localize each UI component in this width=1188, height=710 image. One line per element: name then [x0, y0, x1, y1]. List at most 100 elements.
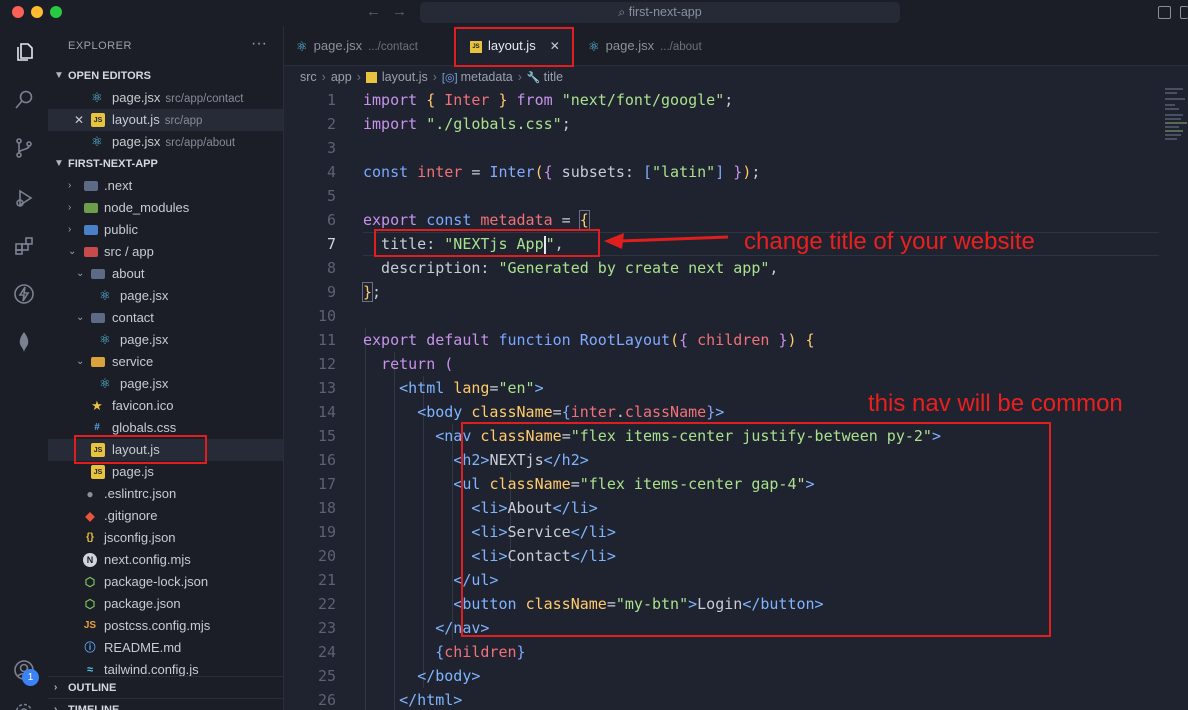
- open-editor-item[interactable]: ✕ JS layout.js src/app: [48, 109, 283, 131]
- tree-item-postcss[interactable]: JS postcss.config.mjs: [48, 615, 283, 637]
- back-arrow-icon[interactable]: ←: [366, 3, 381, 20]
- tree-item-eslintrc[interactable]: ● .eslintrc.json: [48, 483, 283, 505]
- toggle-sidebar-icon[interactable]: [1158, 6, 1171, 19]
- source-control-icon[interactable]: [0, 128, 48, 168]
- account-icon[interactable]: [0, 650, 48, 690]
- chevron-down-icon: ▼: [54, 158, 64, 169]
- explorer-sidebar: EXPLORER ··· ▼ OPEN EDITORS ⚛ page.jsx sr…: [48, 26, 284, 710]
- react-icon: ⚛: [296, 38, 308, 54]
- line-number: 25: [317, 667, 336, 685]
- tree-item-page[interactable]: ⚛ page.jsx: [48, 329, 283, 351]
- folder-icon: [84, 181, 98, 191]
- close-window-button[interactable]: [12, 6, 24, 18]
- npm-icon: ⬡: [84, 597, 96, 611]
- tab-page-about[interactable]: ⚛ page.jsx .../about: [588, 26, 748, 66]
- forward-arrow-icon[interactable]: →: [392, 3, 407, 20]
- folder-icon: [91, 313, 105, 323]
- minimize-window-button[interactable]: [31, 6, 43, 18]
- npm-icon: ⬡: [84, 575, 96, 589]
- breadcrumb-item[interactable]: src: [300, 70, 317, 84]
- nextjs-icon: N: [83, 553, 97, 567]
- chevron-down-icon: ▼: [54, 70, 64, 81]
- tree-item-package-json[interactable]: ⬡ package.json: [48, 593, 283, 615]
- css-file-icon: #: [94, 422, 100, 433]
- timeline-section[interactable]: › TIMELINE: [48, 698, 283, 710]
- breadcrumb-item[interactable]: title: [544, 70, 563, 84]
- chevron-right-icon: ›: [517, 70, 522, 84]
- tab-page-contact[interactable]: ⚛ page.jsx .../contact: [296, 26, 456, 66]
- line-number: 7: [326, 235, 336, 253]
- explorer-title: EXPLORER: [68, 40, 132, 52]
- tree-item-gitignore[interactable]: ◆ .gitignore: [48, 505, 283, 527]
- tree-item-package-lock[interactable]: ⬡ package-lock.json: [48, 571, 283, 593]
- mongodb-icon[interactable]: [0, 322, 48, 362]
- annotation-nav-note: this nav will be common: [868, 390, 1123, 417]
- postcss-icon: JS: [83, 620, 97, 631]
- maximize-window-button[interactable]: [50, 6, 62, 18]
- chevron-right-icon: ›: [321, 70, 326, 84]
- toggle-panel-icon[interactable]: [1180, 6, 1188, 19]
- tree-item-favicon[interactable]: ★ favicon.ico: [48, 395, 283, 417]
- red-arrow-icon: [604, 233, 729, 249]
- project-section[interactable]: ▼ FIRST-NEXT-APP: [48, 153, 283, 175]
- tree-item-page[interactable]: ⚛ page.jsx: [48, 285, 283, 307]
- chevron-right-icon: ›: [54, 682, 58, 693]
- code-line: </body>: [417, 667, 481, 685]
- line-number: 23: [317, 619, 336, 637]
- open-editor-item[interactable]: ⚛ page.jsx src/app/contact: [48, 87, 283, 109]
- command-center-search[interactable]: ⌕ first-next-app: [420, 2, 900, 23]
- highlight-box-nav: [461, 422, 1051, 637]
- breadcrumb: src › app › layout.js › [◎] metadata › 🔧 title: [300, 66, 563, 88]
- line-number: 21: [317, 571, 336, 589]
- tree-item-next[interactable]: › .next: [48, 175, 283, 197]
- tree-item-node-modules[interactable]: › node_modules: [48, 197, 283, 219]
- close-icon[interactable]: ✕: [72, 113, 86, 127]
- highlight-box-layout-file: [74, 435, 207, 464]
- line-number: 6: [326, 211, 336, 229]
- code-line: };: [361, 282, 382, 302]
- tree-item-page-js[interactable]: JS page.js: [48, 461, 283, 483]
- tree-item-next-config[interactable]: N next.config.mjs: [48, 549, 283, 571]
- tree-item-contact[interactable]: ⌄ contact: [48, 307, 283, 329]
- open-editors-section[interactable]: ▼ OPEN EDITORS: [48, 65, 283, 87]
- line-number: 19: [317, 523, 336, 541]
- line-number: 15: [317, 427, 336, 445]
- extensions-icon[interactable]: [0, 226, 48, 266]
- line-number: 11: [317, 331, 336, 349]
- run-debug-icon[interactable]: [0, 178, 48, 218]
- editor-tabs: ⚛ page.jsx .../contact JS layout.js ✕ ⚛ page.…: [284, 26, 1188, 66]
- chevron-down-icon: ⌄: [68, 246, 77, 257]
- line-number: 14: [317, 403, 336, 421]
- tree-item-jsconfig[interactable]: {} jsconfig.json: [48, 527, 283, 549]
- breadcrumb-item[interactable]: layout.js: [382, 70, 428, 84]
- line-number: 20: [317, 547, 336, 565]
- line-number: 10: [317, 307, 336, 325]
- tree-item-src-app[interactable]: ⌄ src / app: [48, 241, 283, 263]
- tree-item-service[interactable]: ⌄ service: [48, 351, 283, 373]
- wrench-icon: 🔧: [526, 72, 541, 84]
- explorer-icon[interactable]: [0, 32, 48, 72]
- open-editor-item[interactable]: ⚛ page.jsx src/app/about: [48, 131, 283, 153]
- thunder-icon[interactable]: [0, 274, 48, 314]
- tree-item-page[interactable]: ⚛ page.jsx: [48, 373, 283, 395]
- tree-item-about[interactable]: ⌄ about: [48, 263, 283, 285]
- settings-icon[interactable]: [0, 692, 48, 710]
- code-line: const inter = Inter({ subsets: ["latin"]…: [363, 163, 761, 181]
- line-number: 26: [317, 691, 336, 709]
- code-line: {children}: [435, 643, 526, 661]
- highlight-box-tab: [454, 27, 574, 67]
- code-line: import "./globals.css";: [363, 115, 571, 133]
- breadcrumb-item[interactable]: metadata: [461, 70, 513, 84]
- outline-section[interactable]: › OUTLINE: [48, 676, 283, 698]
- breadcrumb-item[interactable]: app: [331, 70, 352, 84]
- tree-item-public[interactable]: › public: [48, 219, 283, 241]
- git-icon: ◆: [85, 509, 95, 523]
- search-icon[interactable]: [0, 80, 48, 120]
- highlight-box-title: [374, 229, 600, 257]
- line-number: 22: [317, 595, 336, 613]
- code-line: description: "Generated by create next a…: [363, 259, 779, 277]
- activity-bar: 1: [0, 26, 48, 710]
- more-actions-icon[interactable]: ···: [251, 35, 267, 53]
- line-number: 4: [326, 163, 336, 181]
- tree-item-readme[interactable]: ⓘ README.md: [48, 637, 283, 659]
